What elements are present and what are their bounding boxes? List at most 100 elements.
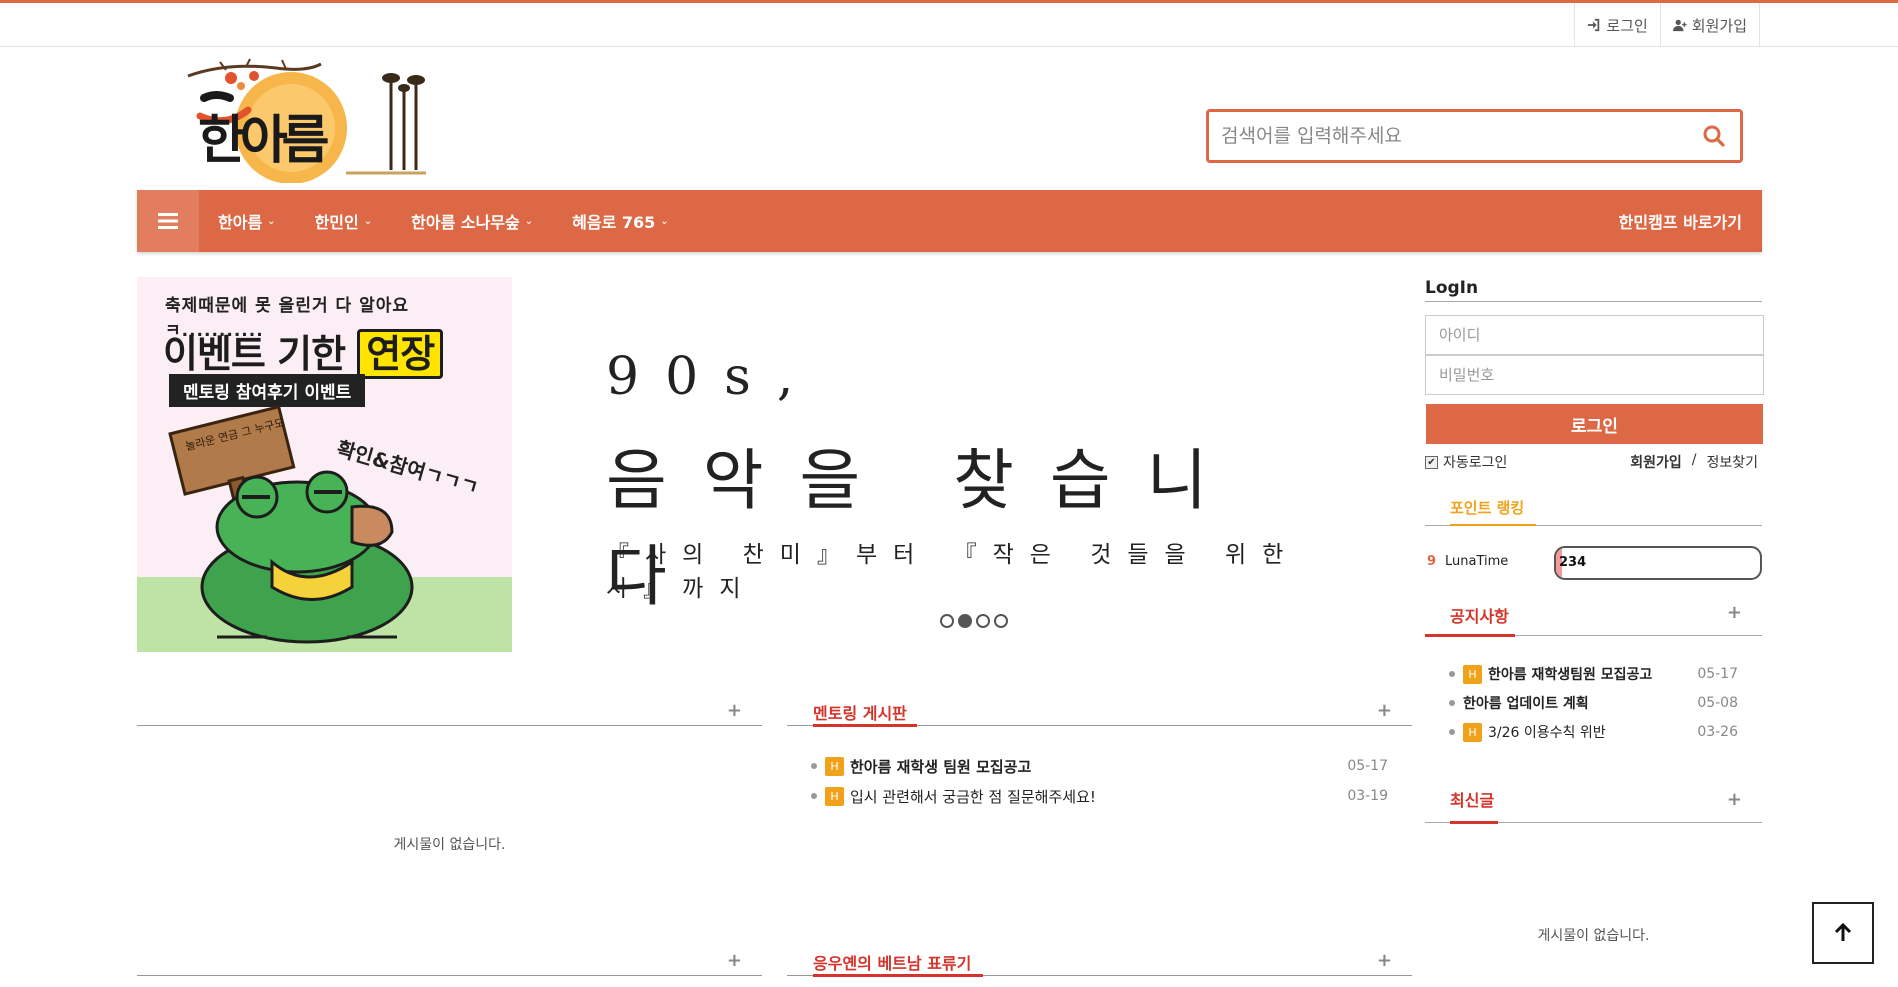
post-date: 05-17: [1347, 758, 1388, 774]
id-input[interactable]: [1425, 315, 1764, 355]
post-title: 한아름 업데이트 계획: [1463, 696, 1589, 712]
main-nav: 한아름 ⌄ 한민인 ⌄ 한아름 소나무숲 ⌄ 혜음로 765 ⌄ 한민캠프 바로가기: [137, 190, 1762, 252]
banner-title-highlight: 연장: [357, 329, 444, 379]
login-button[interactable]: 로그인: [1426, 404, 1763, 444]
board-header: +: [137, 686, 762, 726]
hot-badge: H: [1463, 664, 1482, 684]
notice-header: 공지사항 +: [1425, 593, 1762, 637]
login-options: ✔ 자동로그인 회원가입 / 정보찾기: [1425, 451, 1762, 473]
banner-subtitle: 멘토링 참여후기 이벤트: [169, 374, 366, 407]
nav-item-label: 한민인: [314, 213, 359, 232]
chevron-down-icon: ⌄: [267, 215, 276, 227]
board-title-underline: [813, 974, 983, 977]
search-input[interactable]: [1221, 112, 1681, 160]
slider-dot[interactable]: [940, 614, 954, 628]
top-login-link[interactable]: 로그인: [1574, 3, 1659, 47]
list-item[interactable]: 한아름 업데이트 계획 05-08: [1449, 690, 1738, 716]
bullet-icon: [811, 763, 817, 769]
nav-item-pine-forest[interactable]: 한아름 소나무숲 ⌄: [392, 190, 553, 252]
board-more-button[interactable]: +: [1377, 950, 1392, 971]
ranking-bar: 234: [1554, 546, 1762, 580]
recent-title[interactable]: 최신글: [1450, 787, 1494, 811]
post-title: 입시 관련해서 궁금한 점 질문해주세요!: [850, 787, 1096, 806]
board-header: 응우옌의 베트남 표류기 +: [787, 936, 1412, 977]
top-bar: 로그인 회원가입: [0, 3, 1898, 47]
board-header: +: [137, 936, 762, 976]
notice-title[interactable]: 공지사항: [1450, 603, 1509, 627]
top-signup-link[interactable]: 회원가입: [1659, 3, 1760, 47]
nav-item-hanareum[interactable]: 한아름 ⌄: [199, 190, 296, 252]
post-date: 03-26: [1697, 724, 1738, 740]
board-title-underline: [813, 724, 917, 727]
board-left-top: + 게시물이 없습니다.: [137, 686, 762, 886]
svg-text:한아름: 한아름: [198, 110, 328, 171]
top-login-label: 로그인: [1606, 16, 1648, 35]
chevron-down-icon: ⌄: [524, 215, 534, 227]
post-date: 05-17: [1697, 666, 1738, 682]
board-title[interactable]: 응우옌의 베트남 표류기: [813, 950, 971, 974]
bullet-icon: [1449, 700, 1455, 706]
ranking-rank: 9: [1427, 554, 1437, 569]
nav-item-hanminin[interactable]: 한민인 ⌄: [296, 190, 393, 252]
hero-line-1: 90s,: [606, 347, 820, 407]
board-left-bottom: +: [137, 936, 762, 987]
recent-empty-text: 게시물이 없습니다.: [1537, 928, 1650, 944]
user-plus-icon: [1672, 19, 1687, 32]
top-signup-label: 회원가입: [1691, 16, 1747, 35]
list-item[interactable]: H 3/26 이용수칙 위반 03-26: [1449, 719, 1738, 745]
link-separator: /: [1691, 452, 1697, 468]
sign-in-icon: [1588, 18, 1600, 32]
list-item[interactable]: H 한아름 재학생 팀원 모집공고 05-17: [811, 753, 1388, 779]
find-info-link[interactable]: 정보찾기: [1706, 452, 1758, 472]
slider-dot[interactable]: [994, 614, 1008, 628]
board-vietnam: 응우옌의 베트남 표류기 +: [787, 936, 1412, 987]
bullet-icon: [1449, 729, 1455, 735]
site-logo[interactable]: 한아름: [186, 58, 431, 184]
post-title: 3/26 이용수칙 위반: [1488, 725, 1606, 741]
slider-dots: [940, 614, 1008, 628]
hamburger-icon: [158, 213, 178, 229]
board-more-button[interactable]: +: [1377, 700, 1392, 721]
auto-login-label[interactable]: 자동로그인: [1443, 452, 1507, 472]
nav-item-label: 한아름: [218, 213, 263, 232]
password-input[interactable]: [1425, 355, 1764, 395]
nav-item-label: 한아름 소나무숲: [411, 213, 520, 232]
recent-title-underline: [1450, 821, 1498, 824]
search-box: [1206, 109, 1743, 163]
board-empty-text: 게시물이 없습니다.: [393, 837, 506, 853]
ranking-points: 234: [1559, 555, 1587, 570]
post-date: 05-08: [1697, 695, 1738, 711]
slider-dot-active[interactable]: [958, 614, 972, 628]
bullet-icon: [1449, 671, 1455, 677]
ranking-row[interactable]: 9 LunaTime 234: [1425, 545, 1762, 581]
bullet-icon: [811, 793, 817, 799]
ranking-name: LunaTime: [1445, 554, 1509, 569]
recent-header: 최신글 +: [1425, 777, 1762, 824]
hero-slide[interactable]: 90s, 음악을 찾습니다 『사의 찬미』부터 『작은 것들을 위한 시』까지: [600, 277, 1340, 637]
nav-item-label: 혜음로 765: [572, 213, 656, 232]
board-more-button[interactable]: +: [727, 950, 742, 971]
board-title[interactable]: 멘토링 게시판: [813, 700, 907, 724]
search-icon[interactable]: [1702, 124, 1726, 148]
nav-item-hyeeumro[interactable]: 혜음로 765 ⌄: [553, 190, 689, 252]
tab-point-ranking[interactable]: 포인트 랭킹: [1450, 497, 1524, 518]
list-item[interactable]: H 한아름 재학생팀원 모집공고 05-17: [1449, 661, 1738, 687]
event-banner[interactable]: 축제때문에 못 올린거 다 알아요 ㅋ........... 이벤트 기한 연장…: [137, 277, 512, 652]
notice-more-button[interactable]: +: [1727, 602, 1742, 623]
scroll-to-top-button[interactable]: [1812, 902, 1874, 964]
board-more-button[interactable]: +: [727, 700, 742, 721]
slider-dot[interactable]: [976, 614, 990, 628]
hot-badge: H: [825, 756, 844, 776]
camp-shortcut-link[interactable]: 한민캠프 바로가기: [1619, 190, 1742, 252]
list-item[interactable]: H 입시 관련해서 궁금한 점 질문해주세요! 03-19: [811, 783, 1388, 809]
frog-icon: [200, 470, 414, 644]
login-title: LogIn: [1425, 277, 1762, 302]
signup-link[interactable]: 회원가입: [1630, 452, 1682, 472]
recent-more-button[interactable]: +: [1727, 789, 1742, 810]
hot-badge: H: [825, 786, 844, 806]
post-title: 한아름 재학생팀원 모집공고: [1488, 667, 1653, 683]
post-date: 03-19: [1347, 788, 1388, 804]
auto-login-checkbox[interactable]: ✔: [1425, 455, 1438, 469]
hamburger-menu-button[interactable]: [137, 190, 199, 252]
notice-title-underline: [1425, 634, 1515, 637]
